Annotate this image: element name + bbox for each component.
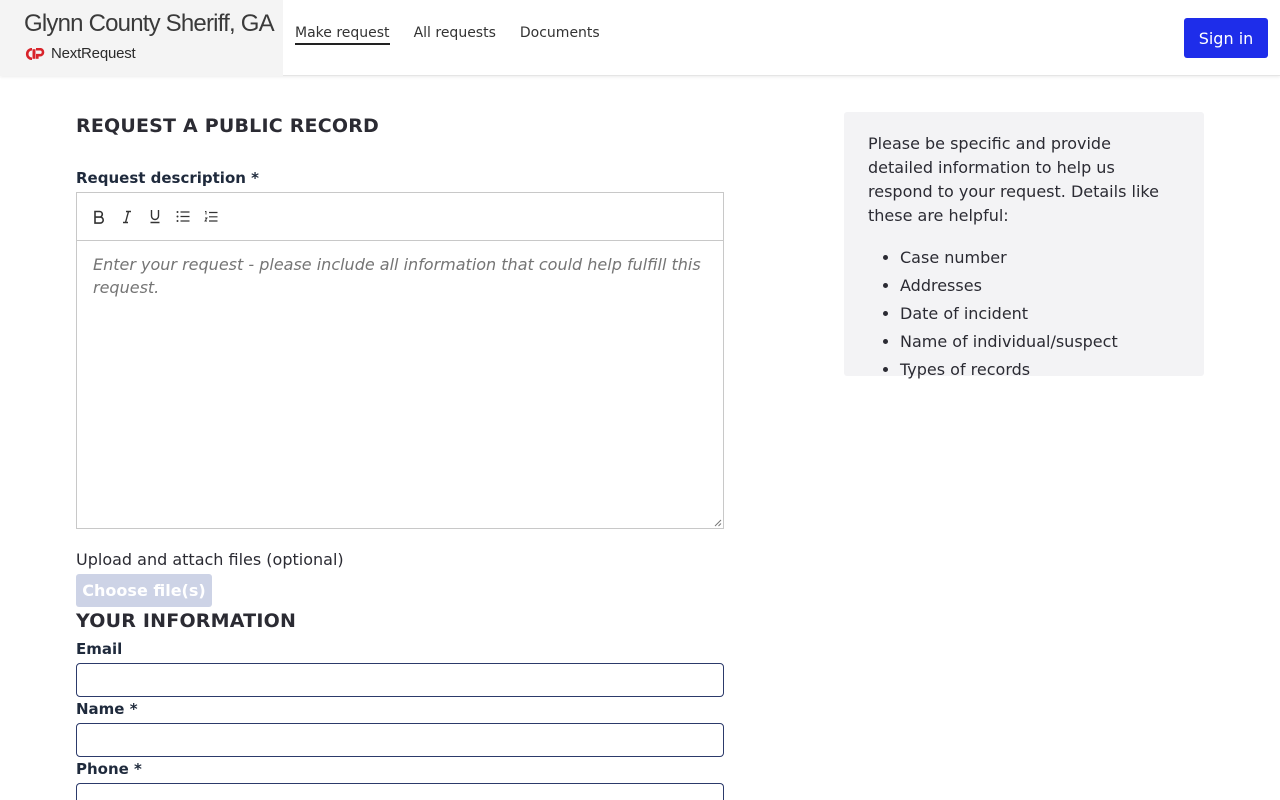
email-field[interactable]	[76, 663, 724, 697]
main-nav: Make request All requests Documents	[295, 25, 624, 45]
brand-block: Glynn County Sheriff, GA NextRequest	[0, 0, 283, 76]
nav-all-requests[interactable]: All requests	[414, 25, 496, 45]
site-header: Glynn County Sheriff, GA NextRequest Mak…	[0, 0, 1280, 76]
italic-icon[interactable]	[119, 209, 135, 225]
your-information-heading: YOUR INFORMATION	[76, 610, 297, 632]
upload-files-label: Upload and attach files (optional)	[76, 550, 344, 569]
list-item: Name of individual/suspect	[900, 328, 1180, 356]
underline-icon[interactable]	[147, 209, 163, 225]
nav-documents[interactable]: Documents	[520, 25, 600, 45]
page-title: REQUEST A PUBLIC RECORD	[76, 115, 380, 137]
bold-icon[interactable]	[91, 209, 107, 225]
agency-name[interactable]: Glynn County Sheriff, GA	[24, 10, 275, 38]
nextrequest-wordmark: NextRequest	[51, 45, 136, 62]
nextrequest-logo[interactable]: NextRequest	[25, 45, 136, 62]
sign-in-button[interactable]: Sign in	[1184, 18, 1268, 58]
list-item: Case number	[900, 244, 1180, 272]
phone-field[interactable]	[76, 783, 724, 800]
name-label: Name *	[76, 700, 138, 718]
numbered-list-icon[interactable]	[203, 209, 219, 225]
request-tips-panel: Please be specific and provide detailed …	[844, 112, 1204, 379]
request-tips-text: Please be specific and provide detailed …	[868, 134, 1159, 225]
choose-files-button[interactable]: Choose file(s)	[76, 574, 212, 607]
request-description-label: Request description *	[76, 169, 260, 187]
nextrequest-logo-icon	[25, 47, 45, 60]
resize-handle-icon[interactable]	[713, 518, 722, 527]
request-description-editor[interactable]: Enter your request - please include all …	[76, 192, 724, 529]
list-item: Types of records	[900, 356, 1180, 384]
editor-toolbar	[77, 193, 723, 241]
list-item: Date of incident	[900, 300, 1180, 328]
bulleted-list-icon[interactable]	[175, 209, 191, 225]
request-description-placeholder[interactable]: Enter your request - please include all …	[93, 253, 713, 299]
email-label: Email	[76, 640, 123, 658]
nav-make-request[interactable]: Make request	[295, 25, 390, 45]
phone-label: Phone *	[76, 760, 142, 778]
list-item: Addresses	[900, 272, 1180, 300]
request-tips-list: Case number Addresses Date of incident N…	[868, 244, 1180, 384]
name-field[interactable]	[76, 723, 724, 757]
